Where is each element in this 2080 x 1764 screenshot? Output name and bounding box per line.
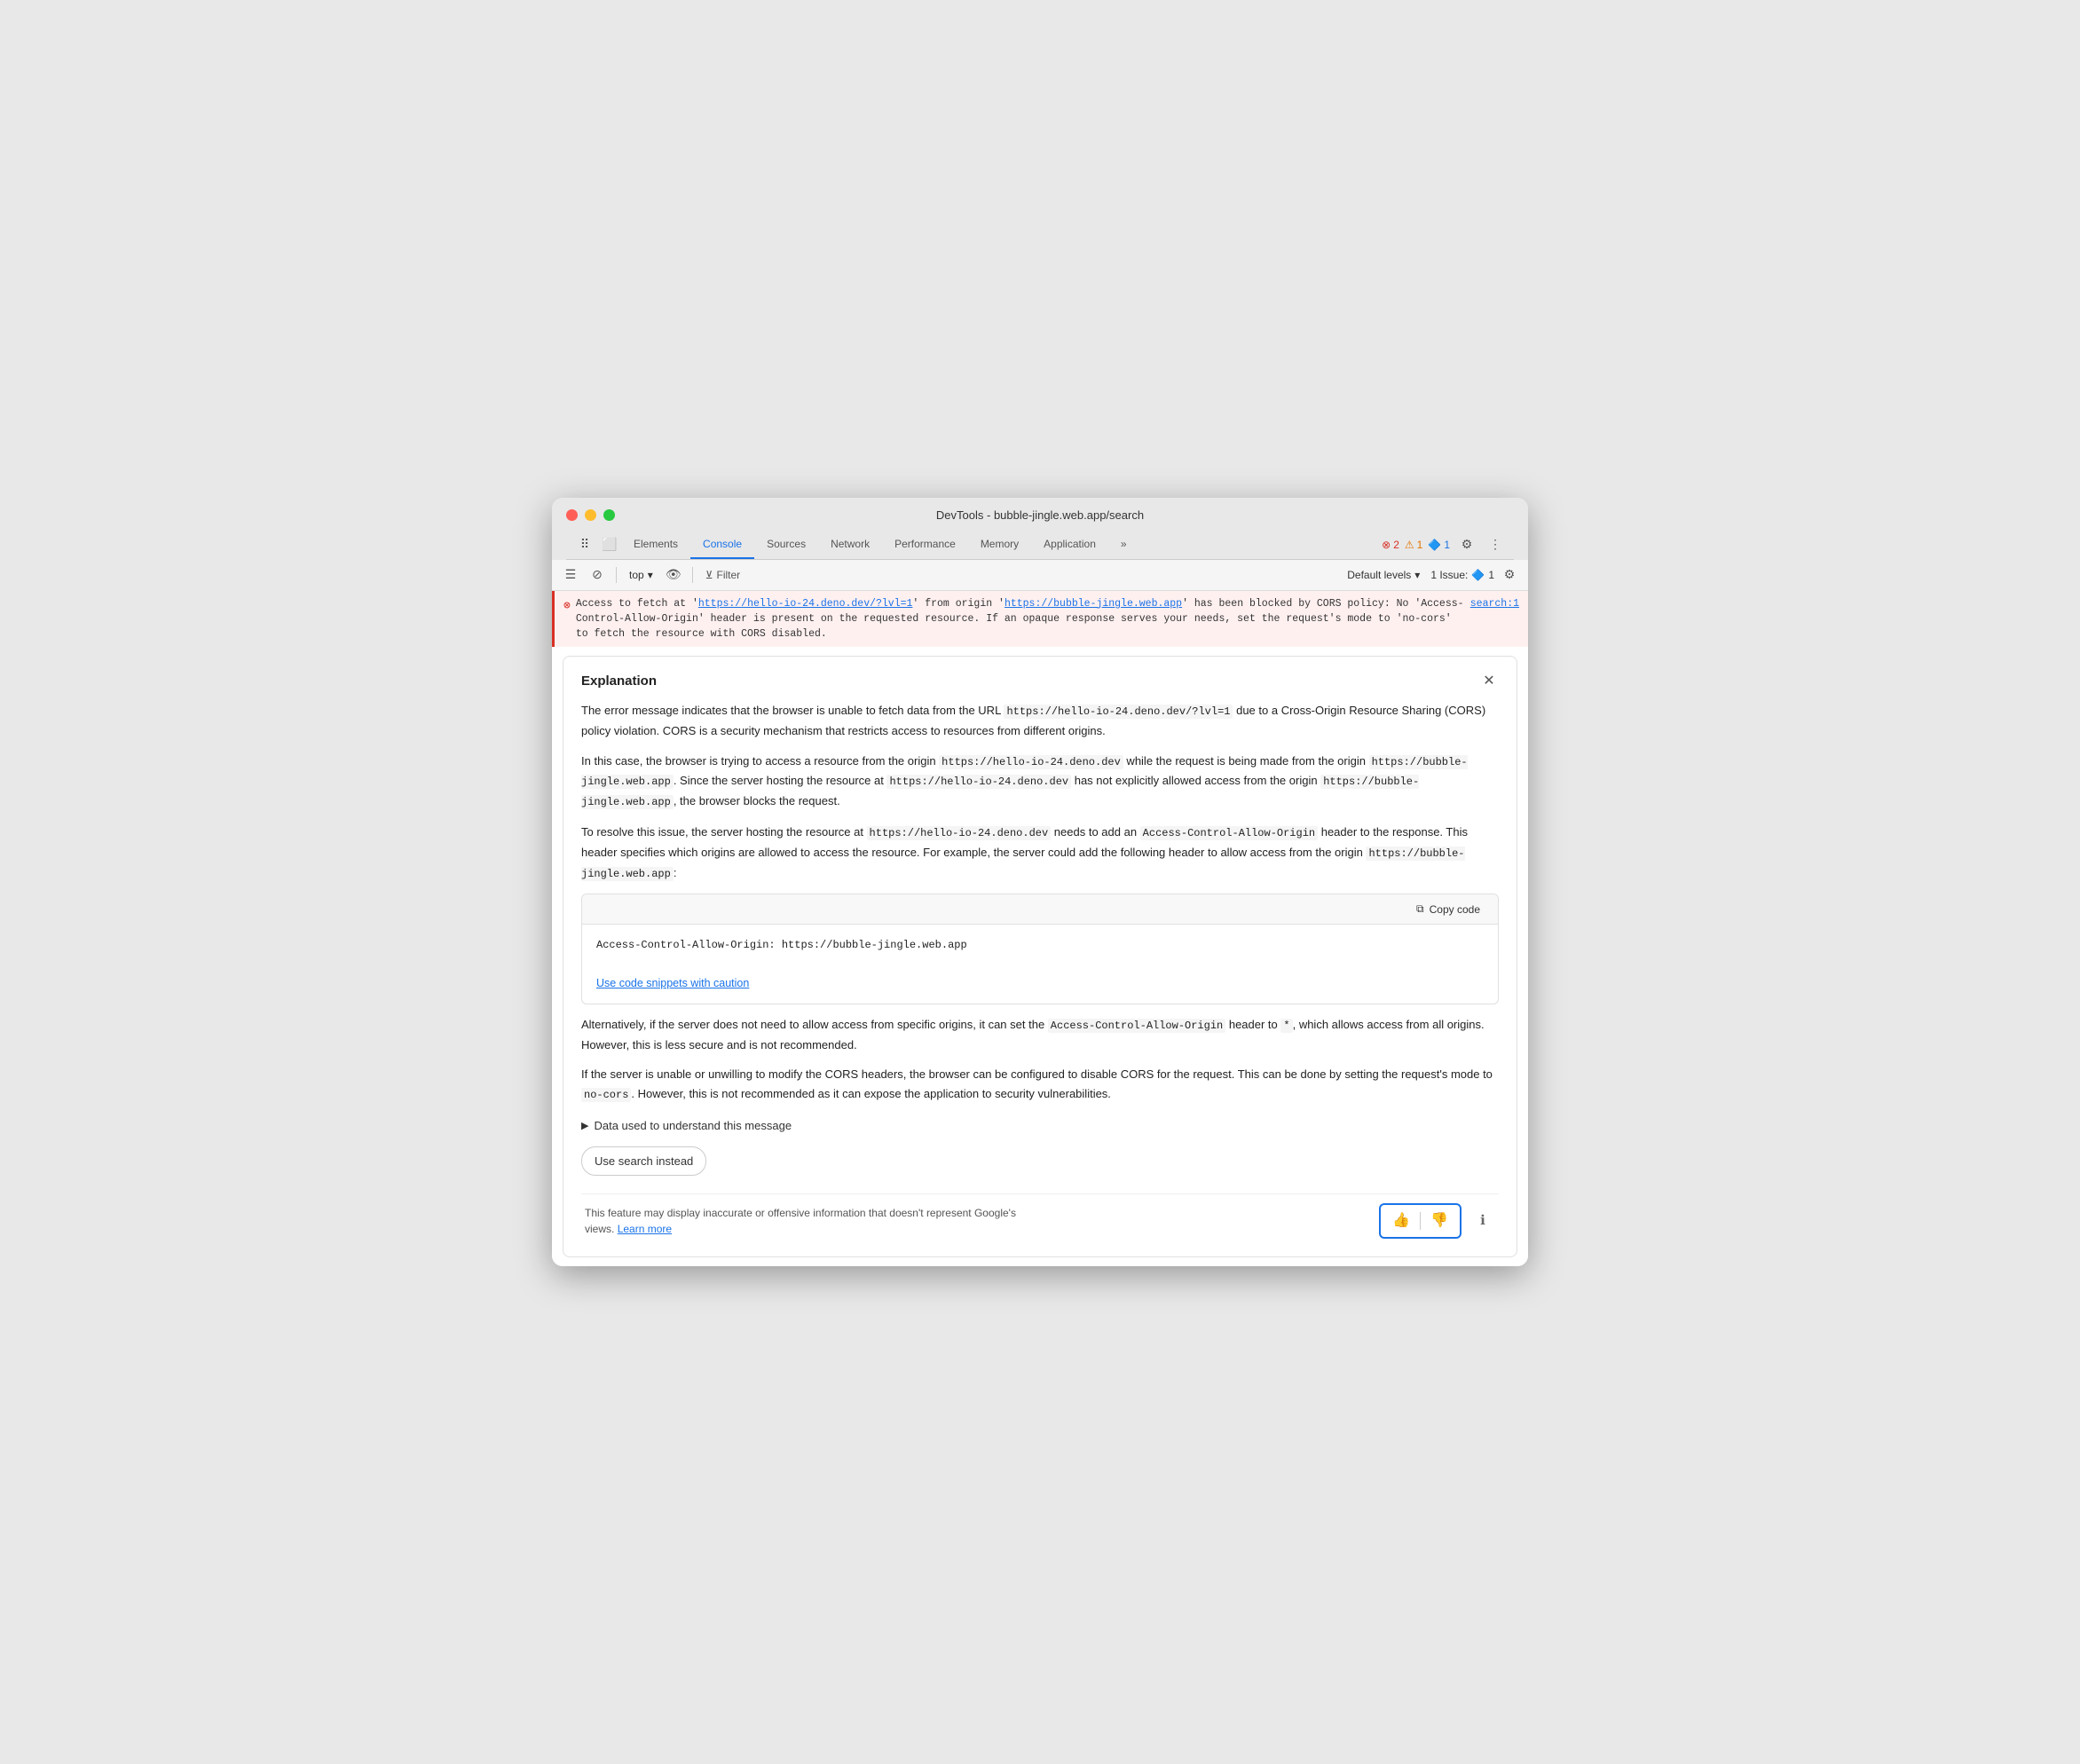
issues-badge[interactable]: 🔷 1 xyxy=(1428,539,1450,551)
error-text-mid: ' from origin ' xyxy=(912,598,1005,610)
issues-icon: 🔷 xyxy=(1428,539,1441,551)
levels-select[interactable]: Default levels ▾ xyxy=(1347,569,1420,581)
data-disclosure-label: Data used to understand this message xyxy=(594,1116,792,1135)
explanation-p4: Alternatively, if the server does not ne… xyxy=(581,1015,1499,1054)
inline-code-app: https://bubble-jingle.web.app xyxy=(581,847,1465,881)
inline-code-header: Access-Control-Allow-Origin xyxy=(1140,826,1318,840)
device-toolbar-icon[interactable]: ⬜ xyxy=(598,533,621,556)
search-instead-button[interactable]: Use search instead xyxy=(581,1146,706,1176)
close-traffic-light[interactable] xyxy=(566,509,578,521)
explanation-p5: If the server is unable or unwilling to … xyxy=(581,1065,1499,1104)
explanation-body: The error message indicates that the bro… xyxy=(581,701,1499,1242)
issues-count-num: 1 xyxy=(1488,569,1494,581)
learn-more-link[interactable]: Learn more xyxy=(618,1223,672,1235)
tab-memory[interactable]: Memory xyxy=(968,531,1031,559)
copy-icon: ⧉ xyxy=(1416,902,1424,916)
inline-code-url1: https://hello-io-24.deno.dev/?lvl=1 xyxy=(1004,705,1233,719)
explanation-header: Explanation ✕ xyxy=(581,671,1499,690)
tab-performance[interactable]: Performance xyxy=(882,531,968,559)
explanation-p1: The error message indicates that the bro… xyxy=(581,701,1499,740)
levels-label: Default levels xyxy=(1347,569,1411,581)
toolbar-separator xyxy=(616,567,617,583)
clear-console-icon[interactable]: ⊘ xyxy=(586,563,609,587)
error-source-link[interactable]: search:1 xyxy=(1470,596,1519,642)
info-icon[interactable]: ℹ xyxy=(1470,1209,1495,1233)
tab-more[interactable]: » xyxy=(1108,531,1139,559)
error-icon: ⊗ xyxy=(1382,539,1391,551)
feedback-area: 👍 👎 ℹ xyxy=(1379,1203,1495,1239)
caution-area: Use code snippets with caution xyxy=(582,965,1498,1004)
code-block-toolbar: ⧉ Copy code xyxy=(582,894,1498,925)
disclosure-arrow-icon: ▶ xyxy=(581,1118,588,1134)
error-badge[interactable]: ⊗ 2 xyxy=(1382,539,1399,551)
more-options-icon[interactable]: ⋮ xyxy=(1484,533,1507,556)
sidebar-toggle-icon[interactable]: ☰ xyxy=(559,563,582,587)
tab-network[interactable]: Network xyxy=(818,531,882,559)
data-disclosure[interactable]: ▶ Data used to understand this message xyxy=(581,1116,1499,1135)
tab-elements[interactable]: Elements xyxy=(621,531,690,559)
toolbar-separator-2 xyxy=(692,567,693,583)
issues-icon-sm: 🔷 xyxy=(1471,569,1485,581)
inline-code-origin3: https://hello-io-24.deno.dev xyxy=(886,775,1071,789)
issues-count-badge[interactable]: 1 Issue: 🔷 1 xyxy=(1430,569,1494,581)
feedback-buttons: 👍 👎 xyxy=(1379,1203,1462,1239)
filter-input-area[interactable]: ⊻ Filter xyxy=(700,567,745,583)
context-dropdown-icon: ▾ xyxy=(648,569,653,581)
settings-icon[interactable]: ⚙ xyxy=(1455,533,1478,556)
copy-code-button[interactable]: ⧉ Copy code xyxy=(1409,900,1487,918)
error-circle-icon: ⊗ xyxy=(563,597,571,642)
console-settings-icon[interactable]: ⚙ xyxy=(1498,563,1521,587)
console-toolbar: ☰ ⊘ top ▾ 👁 ⊻ Filter Default levels ▾ 1 … xyxy=(552,560,1528,591)
inline-code-server: https://hello-io-24.deno.dev xyxy=(867,826,1052,840)
context-selector[interactable]: top ▾ xyxy=(624,566,658,584)
tab-console[interactable]: Console xyxy=(690,531,754,559)
error-row: ⊗ Access to fetch at 'https://hello-io-2… xyxy=(552,591,1528,648)
eye-icon[interactable]: 👁 xyxy=(662,563,685,587)
tab-sources[interactable]: Sources xyxy=(754,531,818,559)
disclaimer-row: This feature may display inaccurate or o… xyxy=(581,1193,1499,1242)
caution-link[interactable]: Use code snippets with caution xyxy=(596,974,1484,993)
devtools-window: DevTools - bubble-jingle.web.app/search … xyxy=(552,498,1528,1267)
explanation-p3: To resolve this issue, the server hostin… xyxy=(581,823,1499,883)
inspect-icon[interactable]: ⠿ xyxy=(573,533,596,556)
devtools-tabs: ⠿ ⬜ Elements Console Sources Network Per… xyxy=(566,531,1514,560)
feedback-separator xyxy=(1420,1212,1421,1230)
minimize-traffic-light[interactable] xyxy=(585,509,596,521)
explanation-p2: In this case, the browser is trying to a… xyxy=(581,752,1499,812)
explanation-panel: Explanation ✕ The error message indicate… xyxy=(563,656,1517,1257)
console-content: ⊗ Access to fetch at 'https://hello-io-2… xyxy=(552,591,1528,1267)
code-block-wrapper: ⧉ Copy code Access-Control-Allow-Origin:… xyxy=(581,894,1499,1004)
issues-count-label: 1 Issue: xyxy=(1430,569,1468,581)
error-text-start: Access to fetch at ' xyxy=(576,598,698,610)
maximize-traffic-light[interactable] xyxy=(603,509,615,521)
error-url2[interactable]: https://bubble-jingle.web.app xyxy=(1005,598,1182,610)
thumbs-up-button[interactable]: 👍 xyxy=(1388,1209,1414,1233)
thumbs-down-button[interactable]: 👎 xyxy=(1426,1209,1453,1233)
titlebar: DevTools - bubble-jingle.web.app/search … xyxy=(552,498,1528,560)
inline-code-nocors: no-cors xyxy=(581,1088,631,1102)
error-message: Access to fetch at 'https://hello-io-24.… xyxy=(576,596,1465,642)
badge-area: ⊗ 2 ⚠ 1 🔷 1 ⚙ ⋮ xyxy=(1382,533,1507,556)
traffic-lights xyxy=(566,509,615,521)
warning-icon: ⚠ xyxy=(1405,539,1414,551)
explanation-title: Explanation xyxy=(581,673,657,689)
window-title: DevTools - bubble-jingle.web.app/search xyxy=(936,508,1144,522)
close-button[interactable]: ✕ xyxy=(1479,671,1499,690)
inline-code-header2: Access-Control-Allow-Origin xyxy=(1048,1019,1225,1033)
levels-dropdown-icon: ▾ xyxy=(1414,569,1420,581)
warning-badge[interactable]: ⚠ 1 xyxy=(1405,539,1422,551)
error-url1[interactable]: https://hello-io-24.deno.dev/?lvl=1 xyxy=(698,598,913,610)
inline-code-origin1: https://hello-io-24.deno.dev xyxy=(939,755,1123,769)
tab-icons-group: ⠿ ⬜ xyxy=(573,533,621,556)
tab-application[interactable]: Application xyxy=(1031,531,1108,559)
inline-code-star: * xyxy=(1280,1019,1292,1033)
code-snippet: Access-Control-Allow-Origin: https://bub… xyxy=(582,925,1498,965)
filter-funnel-icon: ⊻ xyxy=(705,569,713,581)
copy-label: Copy code xyxy=(1430,903,1480,916)
disclaimer-text: This feature may display inaccurate or o… xyxy=(585,1205,1028,1237)
context-label: top xyxy=(629,569,644,581)
filter-label: Filter xyxy=(717,569,741,581)
